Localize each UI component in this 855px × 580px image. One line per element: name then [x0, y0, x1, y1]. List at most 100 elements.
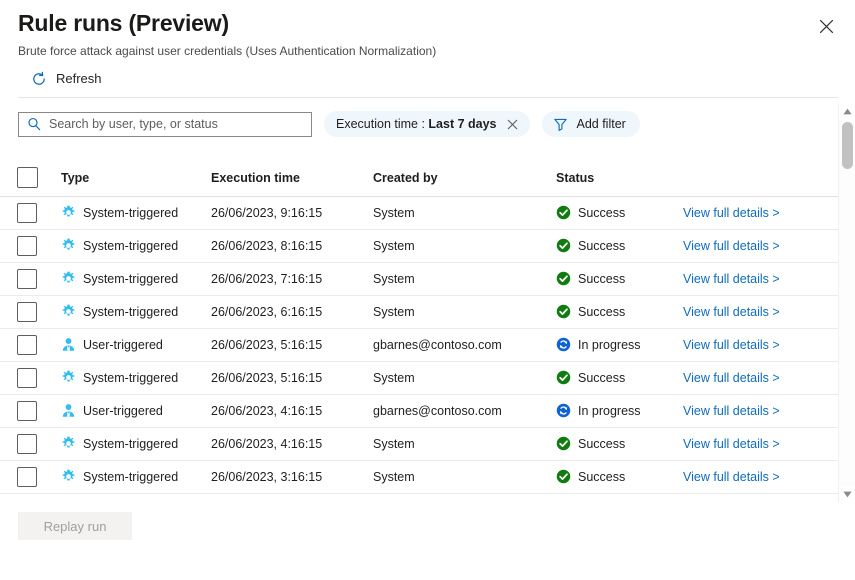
scroll-up-button[interactable] [839, 103, 855, 120]
type-label: User-triggered [83, 404, 163, 418]
type-label: System-triggered [83, 305, 178, 319]
cell-type: User-triggered [56, 394, 211, 427]
add-filter-button[interactable]: Add filter [542, 111, 640, 137]
column-header-type[interactable]: Type [56, 160, 211, 196]
row-checkbox[interactable] [17, 302, 37, 322]
cell-created-by: System [373, 196, 553, 229]
type-label: System-triggered [83, 437, 178, 451]
cell-created-by: System [373, 427, 553, 460]
row-select-cell [0, 328, 56, 361]
row-select-cell [0, 262, 56, 295]
sync-progress-icon [556, 403, 571, 418]
status-badge: Success [578, 206, 625, 220]
gear-icon [61, 304, 76, 319]
row-select-cell [0, 361, 56, 394]
cell-execution-time: 26/06/2023, 3:16:15 [211, 460, 373, 493]
search-input[interactable]: Search by user, type, or status [18, 112, 312, 137]
row-checkbox[interactable] [17, 434, 37, 454]
table-row[interactable]: System-triggered26/06/2023, 7:16:15Syste… [0, 262, 838, 295]
row-checkbox[interactable] [17, 203, 37, 223]
replay-run-button[interactable]: Replay run [18, 512, 132, 540]
view-full-details-link[interactable]: View full details > [683, 437, 780, 451]
cell-actions: View full details > [683, 229, 838, 262]
table-row[interactable]: System-triggered 26/06/2023, 6:16:15Syste… [0, 295, 838, 328]
cell-type: System-triggered [56, 295, 211, 328]
filter-pill-execution-time[interactable]: Execution time : Last 7 days [324, 111, 530, 137]
cell-execution-time: 26/06/2023, 9:16:15 [211, 196, 373, 229]
view-full-details-link[interactable]: View full details > [683, 371, 780, 385]
view-full-details-link[interactable]: View full details > [683, 470, 780, 484]
panel-footer: Replay run [18, 512, 132, 540]
row-select-cell [0, 295, 56, 328]
column-header-execution-time[interactable]: Execution time [211, 160, 373, 196]
cell-actions: View full details > [683, 394, 838, 427]
table-row[interactable]: User-triggered26/06/2023, 4:16:15gbarnes… [0, 394, 838, 427]
close-button[interactable] [811, 11, 841, 41]
table-row[interactable]: System-triggered26/06/2023, 4:16:15Syste… [0, 427, 838, 460]
refresh-icon [31, 71, 47, 87]
row-select-cell [0, 427, 56, 460]
view-full-details-link[interactable]: View full details > [683, 239, 780, 253]
cell-actions: View full details > [683, 295, 838, 328]
view-full-details-link[interactable]: View full details > [683, 272, 780, 286]
table-row[interactable]: User-triggered26/06/2023, 5:16:15gbarnes… [0, 328, 838, 361]
table-row[interactable]: System-triggered26/06/2023, 3:16:15Syste… [0, 460, 838, 493]
view-full-details-link[interactable]: View full details > [683, 338, 780, 352]
sync-progress-icon [556, 337, 571, 352]
view-full-details-link[interactable]: View full details > [683, 404, 780, 418]
cell-status: In progress [553, 328, 683, 361]
table-header-row: Type Execution time Created by Status [0, 160, 838, 196]
view-full-details-link[interactable]: View full details > [683, 305, 780, 319]
rule-runs-table: Type Execution time Created by Status Sy… [0, 160, 838, 494]
column-header-status[interactable]: Status [553, 160, 683, 196]
scrollbar-track[interactable] [839, 120, 855, 486]
remove-filter-button[interactable] [507, 119, 518, 130]
row-checkbox[interactable] [17, 236, 37, 256]
cell-created-by: System [373, 229, 553, 262]
table-row[interactable]: System-triggered26/06/2023, 5:16:15Syste… [0, 361, 838, 394]
cell-execution-time: 26/06/2023, 6:16:15 [211, 295, 373, 328]
cell-created-by: System [373, 262, 553, 295]
view-full-details-link[interactable]: View full details > [683, 206, 780, 220]
table-row[interactable]: System-triggered26/06/2023, 9:16:15Syste… [0, 196, 838, 229]
cell-status: Success [553, 427, 683, 460]
cell-type: User-triggered [56, 328, 211, 361]
scroll-down-button[interactable] [839, 486, 855, 503]
vertical-scrollbar[interactable] [838, 103, 855, 503]
select-all-checkbox[interactable] [17, 167, 38, 188]
page-title: Rule runs (Preview) [18, 8, 828, 38]
command-bar: Refresh [27, 68, 106, 90]
refresh-label: Refresh [56, 71, 102, 87]
status-badge: Success [578, 470, 625, 484]
row-checkbox[interactable] [17, 401, 37, 421]
cell-type: System-triggered [56, 460, 211, 493]
cell-actions: View full details > [683, 328, 838, 361]
row-checkbox[interactable] [17, 467, 37, 487]
cell-actions: View full details > [683, 262, 838, 295]
page-subtitle: Brute force attack against user credenti… [18, 43, 828, 59]
column-header-created-by[interactable]: Created by [373, 160, 553, 196]
row-checkbox[interactable] [17, 368, 37, 388]
cell-execution-time: 26/06/2023, 5:16:15 [211, 361, 373, 394]
person-icon [61, 337, 76, 352]
cell-status: Success [553, 361, 683, 394]
cell-type: System-triggered [56, 196, 211, 229]
refresh-button[interactable]: Refresh [27, 68, 106, 90]
gear-icon [61, 205, 76, 220]
table-row[interactable]: System-triggered 26/06/2023, 8:16:15Syste… [0, 229, 838, 262]
scrollbar-thumb[interactable] [842, 122, 853, 169]
cell-execution-time: 26/06/2023, 8:16:15 [211, 229, 373, 262]
type-label: System-triggered [83, 272, 178, 286]
filter-icon [553, 117, 568, 132]
type-label: System-triggered [83, 470, 178, 484]
cell-created-by: System [373, 295, 553, 328]
row-checkbox[interactable] [17, 269, 37, 289]
row-checkbox[interactable] [17, 335, 37, 355]
row-select-cell [0, 460, 56, 493]
rule-runs-panel: Rule runs (Preview) Brute force attack a… [0, 0, 855, 580]
person-icon [61, 403, 76, 418]
success-check-icon [556, 304, 571, 319]
cell-type: System-triggered [56, 361, 211, 394]
success-check-icon [556, 370, 571, 385]
type-label: System-triggered [83, 239, 178, 253]
